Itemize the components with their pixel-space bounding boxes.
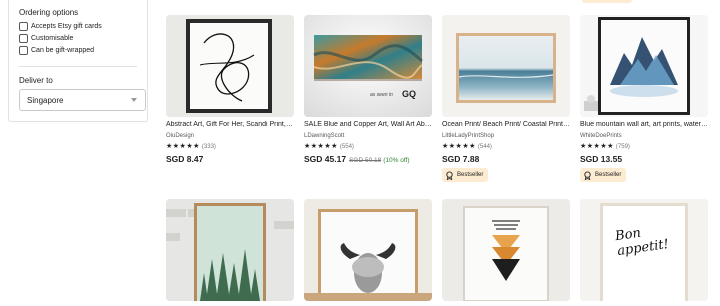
badge-label: Bestseller: [457, 172, 484, 178]
line-art-print-icon: [166, 15, 294, 117]
listing-thumbnail[interactable]: [580, 15, 708, 117]
filter-option-gift-wrapped[interactable]: Can be gift-wrapped: [19, 45, 94, 55]
rating: ★★★★★ (333): [166, 142, 216, 150]
previous-row-badge-stub: [582, 0, 632, 3]
gift-cards-checkbox[interactable]: [19, 21, 28, 31]
listing-thumbnail[interactable]: Bon appetit!: [580, 199, 708, 301]
shop-name[interactable]: LDawningScott: [304, 133, 344, 139]
rating: ★★★★★ (554): [304, 142, 354, 150]
discount-label: (10% off): [383, 157, 410, 164]
ocean-print-icon: [442, 15, 570, 117]
deliver-to-select[interactable]: Singapore: [19, 89, 146, 111]
shop-name[interactable]: OiuDesign: [166, 133, 194, 139]
listing-card[interactable]: Ocean Print/ Beach Print/ Coastal Print/…: [442, 15, 570, 185]
listing-card[interactable]: [304, 199, 432, 306]
listing-title[interactable]: Abstract Art, Gift For Her, Scandi Print…: [166, 121, 294, 128]
rating: ★★★★★ (544): [442, 142, 492, 150]
listing-thumbnail[interactable]: [442, 15, 570, 117]
listing-thumbnail[interactable]: [304, 199, 432, 301]
listing-title[interactable]: SALE Blue and Copper Art, Wall Art Abstr…: [304, 121, 432, 128]
listing-card[interactable]: as seen in GQ SALE Blue and Copper Art, …: [304, 15, 432, 185]
review-count: (333): [201, 144, 216, 150]
shop-name[interactable]: WhiteDoePrints: [580, 133, 622, 139]
filter-divider: [19, 66, 137, 67]
deliver-to-value: Singapore: [27, 95, 64, 105]
shop-name[interactable]: LittleLadyPrintShop: [442, 133, 494, 139]
current-price: SGD 45.17: [304, 154, 347, 164]
ordering-options-heading: Ordering options: [19, 8, 79, 17]
chevron-down-icon: [131, 98, 137, 102]
award-icon: [446, 170, 453, 180]
listing-thumbnail[interactable]: [166, 15, 294, 117]
thumbnail-caption: as seen in: [370, 92, 393, 98]
listing-card[interactable]: Blue mountain wall art, art prints, wate…: [580, 15, 708, 185]
price: SGD 45.17 SGD 50.18 (10% off): [304, 154, 410, 164]
listing-card[interactable]: Bon appetit!: [580, 199, 708, 306]
listing-thumbnail[interactable]: as seen in GQ: [304, 15, 432, 117]
customisable-label: Customisable: [31, 34, 74, 42]
listing-title[interactable]: Blue mountain wall art, art prints, wate…: [580, 121, 708, 128]
current-price: SGD 8.47: [166, 154, 204, 164]
price: SGD 8.47: [166, 154, 203, 164]
original-price: SGD 50.18: [349, 157, 382, 164]
deliver-to-heading: Deliver to: [19, 76, 53, 85]
star-rating-icon: ★★★★★: [442, 143, 476, 150]
rating: ★★★★★ (759): [580, 142, 630, 150]
abstract-canvas-icon: [304, 15, 432, 117]
award-icon: [584, 170, 591, 180]
listing-card[interactable]: Abstract Art, Gift For Her, Scandi Print…: [166, 15, 294, 185]
listing-card[interactable]: [166, 199, 294, 306]
mountain-watercolor-icon: [580, 15, 708, 117]
listing-card[interactable]: [442, 199, 570, 306]
current-price: SGD 7.88: [442, 154, 480, 164]
star-rating-icon: ★★★★★: [166, 143, 200, 150]
customisable-checkbox[interactable]: [19, 33, 28, 43]
filter-option-customisable[interactable]: Customisable: [19, 33, 73, 43]
review-count: (759): [615, 144, 630, 150]
highland-cow-print-icon: [304, 199, 432, 301]
listing-title[interactable]: Ocean Print/ Beach Print/ Coastal Print/…: [442, 121, 570, 128]
current-price: SGD 13.55: [580, 154, 623, 164]
price: SGD 13.55: [580, 154, 622, 164]
price: SGD 7.88: [442, 154, 479, 164]
gift-cards-label: Accepts Etsy gift cards: [31, 22, 102, 30]
geometric-triangles-print-icon: [442, 199, 570, 301]
thumbnail-caption-brand: GQ: [402, 89, 417, 99]
listing-thumbnail[interactable]: [166, 199, 294, 301]
listing-thumbnail[interactable]: [442, 199, 570, 301]
bestseller-badge: Bestseller: [580, 168, 627, 182]
gift-wrapped-label: Can be gift-wrapped: [31, 46, 95, 54]
review-count: (554): [339, 144, 354, 150]
filter-option-gift-cards[interactable]: Accepts Etsy gift cards: [19, 21, 102, 31]
filter-panel: Ordering options Accepts Etsy gift cards…: [8, 0, 148, 122]
badge-label: Bestseller: [595, 172, 622, 178]
forest-print-icon: [166, 199, 294, 301]
bestseller-badge: Bestseller: [442, 168, 489, 182]
review-count: (544): [477, 144, 492, 150]
gift-wrapped-checkbox[interactable]: [19, 45, 28, 55]
star-rating-icon: ★★★★★: [580, 143, 614, 150]
star-rating-icon: ★★★★★: [304, 143, 338, 150]
